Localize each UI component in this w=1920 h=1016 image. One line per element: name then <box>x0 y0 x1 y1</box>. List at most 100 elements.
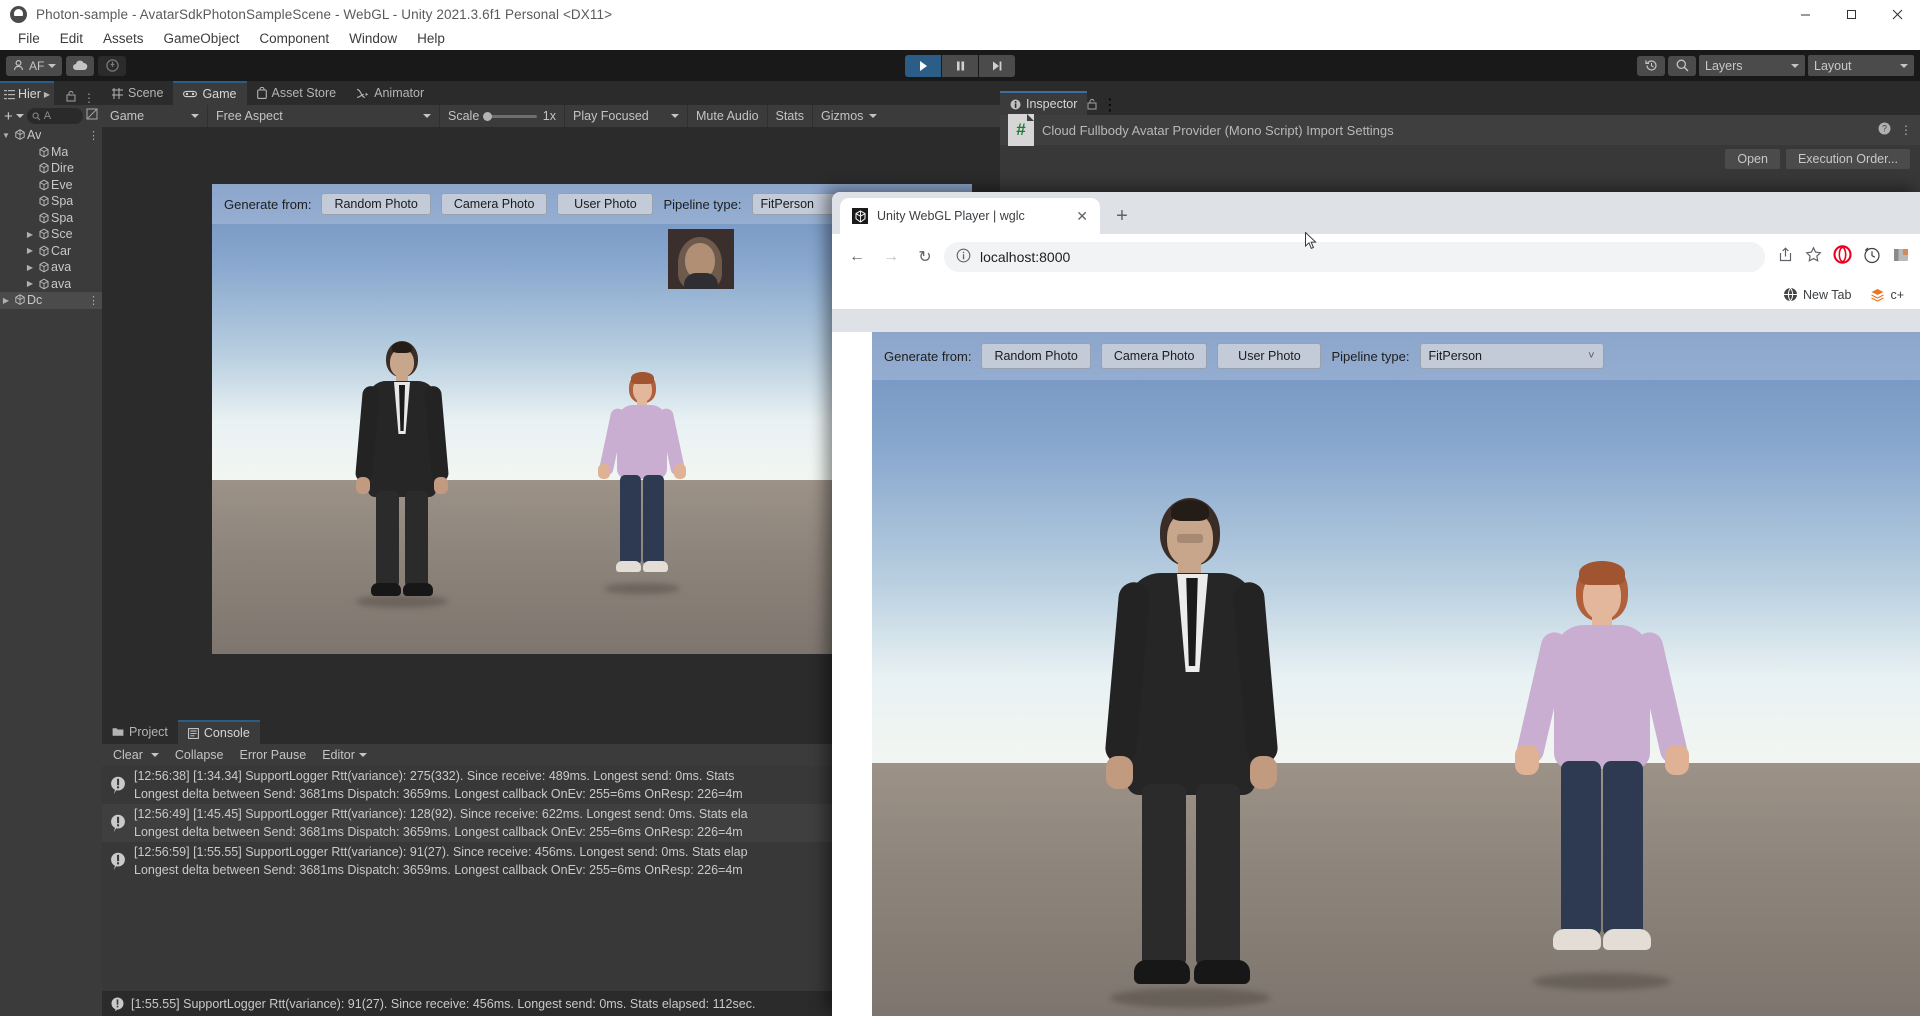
search-button[interactable] <box>1668 55 1696 76</box>
hierarchy-tree[interactable]: ▼ Av ⋮ Ma Dire Eve Spa Spa ▶ Sce ▶ Car ▶ ava ▶ ava ▶ Dc ⋮ <box>0 127 102 1016</box>
chevron-down-icon[interactable] <box>15 114 24 118</box>
close-button[interactable] <box>1874 0 1920 28</box>
browser-tab[interactable]: Unity WebGL Player | wglc ✕ <box>840 198 1100 234</box>
tab-asset-store[interactable]: Asset Store <box>246 81 347 105</box>
minimize-button[interactable] <box>1782 0 1828 28</box>
hierarchy-row[interactable]: ▶ ava <box>0 259 102 276</box>
address-bar[interactable]: localhost:8000 <box>944 242 1765 272</box>
camera-photo-button-browser[interactable]: Camera Photo <box>1100 343 1208 369</box>
layers-dropdown[interactable]: Layers <box>1699 55 1805 76</box>
aspect-dropdown[interactable]: Free Aspect <box>208 105 440 127</box>
random-photo-button[interactable]: Random Photo <box>321 193 431 215</box>
camera-photo-button[interactable]: Camera Photo <box>440 193 548 215</box>
clock-icon[interactable] <box>1863 246 1881 269</box>
bookmark-stack[interactable]: c+ <box>1864 285 1910 304</box>
chevron-right-icon[interactable]: ▶ <box>24 230 36 239</box>
share-icon[interactable] <box>1777 246 1794 268</box>
menu-gameobject[interactable]: GameObject <box>154 28 250 50</box>
opera-icon[interactable] <box>1833 245 1852 269</box>
collapse-toggle[interactable]: Collapse <box>168 746 231 764</box>
webgl-player-canvas[interactable]: Generate from: Random Photo Camera Photo… <box>872 332 1920 1016</box>
tab-project[interactable]: Project <box>102 720 178 744</box>
hierarchy-row[interactable]: Spa <box>0 210 102 227</box>
cloud-button[interactable] <box>66 55 95 76</box>
unity-icon <box>852 208 868 224</box>
tab-game[interactable]: Game <box>173 81 247 105</box>
chevron-down-icon[interactable]: ▼ <box>0 131 12 140</box>
svg-text:?: ? <box>1882 124 1887 134</box>
add-gameobject-button[interactable]: + <box>4 109 13 124</box>
tab-animator[interactable]: Animator <box>346 81 435 105</box>
back-arrow-icon[interactable]: ← <box>842 242 872 272</box>
chevron-right-icon[interactable]: ▶ <box>24 263 36 272</box>
chevron-right-icon[interactable]: ▶ <box>0 296 12 305</box>
tab-hierarchy[interactable]: Hier ▶ <box>0 81 55 105</box>
random-photo-button-browser[interactable]: Random Photo <box>981 343 1091 369</box>
hierarchy-row[interactable]: Eve <box>0 177 102 194</box>
menu-assets[interactable]: Assets <box>93 28 154 50</box>
lock-icon[interactable] <box>66 90 76 105</box>
bookmark-new-tab[interactable]: New Tab <box>1777 285 1857 304</box>
menu-edit[interactable]: Edit <box>50 28 93 50</box>
hierarchy-row[interactable]: ▼ Av ⋮ <box>0 127 102 144</box>
tab-scene[interactable]: Scene <box>102 81 174 105</box>
hierarchy-row[interactable]: ▶ ava <box>0 276 102 293</box>
mute-audio-toggle[interactable]: Mute Audio <box>688 105 768 127</box>
hierarchy-row[interactable]: Dire <box>0 160 102 177</box>
play-button[interactable] <box>905 54 941 77</box>
chevron-down-icon[interactable] <box>150 753 159 757</box>
scale-slider[interactable] <box>483 111 537 121</box>
menu-component[interactable]: Component <box>249 28 339 50</box>
hierarchy-search-input[interactable]: A <box>26 108 83 124</box>
scale-slider-group[interactable]: Scale 1x <box>440 105 565 127</box>
user-photo-button[interactable]: User Photo <box>557 193 654 215</box>
play-mode-dropdown[interactable]: Play Focused <box>565 105 688 127</box>
kebab-icon[interactable]: ⋮ <box>83 92 95 104</box>
hierarchy-row[interactable]: ▶ Sce <box>0 226 102 243</box>
user-photo-button-browser[interactable]: User Photo <box>1217 343 1322 369</box>
menu-help[interactable]: Help <box>407 28 455 50</box>
undo-history-button[interactable] <box>1637 55 1665 76</box>
star-icon[interactable] <box>1805 246 1822 268</box>
hierarchy-row[interactable]: ▶ Dc ⋮ <box>0 292 102 309</box>
cube-icon <box>36 195 51 207</box>
menu-file[interactable]: File <box>8 28 50 50</box>
error-pause-toggle[interactable]: Error Pause <box>233 746 314 764</box>
hierarchy-filter-icon[interactable] <box>86 107 98 125</box>
kebab-icon[interactable]: ⋮ <box>88 294 102 307</box>
forward-arrow-icon[interactable]: → <box>876 242 906 272</box>
kebab-icon[interactable]: ⋮ <box>1900 124 1912 136</box>
open-button[interactable]: Open <box>1725 149 1780 169</box>
lock-icon[interactable] <box>1087 97 1101 114</box>
hierarchy-row[interactable]: ▶ Car <box>0 243 102 260</box>
chevron-right-icon[interactable]: ▶ <box>24 246 36 255</box>
editor-dropdown[interactable]: Editor <box>315 746 374 764</box>
chevron-right-icon[interactable]: ▶ <box>24 279 36 288</box>
kebab-icon[interactable]: ⋮ <box>88 129 102 142</box>
menu-window[interactable]: Window <box>339 28 407 50</box>
new-tab-button[interactable]: + <box>1108 202 1136 230</box>
reload-icon[interactable]: ↻ <box>910 242 940 272</box>
pipeline-type-select-browser[interactable]: FitPerson ˅ <box>1419 343 1604 369</box>
kebab-icon[interactable]: ⋮ <box>1102 97 1118 114</box>
layout-dropdown[interactable]: Layout <box>1808 55 1914 76</box>
tab-inspector[interactable]: Inspector <box>1000 91 1088 115</box>
help-icon[interactable]: ? <box>1878 122 1891 138</box>
maximize-button[interactable] <box>1828 0 1874 28</box>
collab-button[interactable] <box>98 55 127 76</box>
hierarchy-row[interactable]: Ma <box>0 144 102 161</box>
extension-icon[interactable] <box>1892 246 1910 269</box>
gizmos-toggle[interactable]: Gizmos <box>813 105 885 127</box>
clear-button[interactable]: Clear <box>106 746 166 764</box>
pause-button[interactable] <box>942 54 978 77</box>
tab-console[interactable]: Console <box>177 720 260 744</box>
game-display-dropdown[interactable]: Game <box>102 105 208 127</box>
hierarchy-row[interactable]: Spa <box>0 193 102 210</box>
execution-order-button[interactable]: Execution Order... <box>1785 149 1910 169</box>
step-button[interactable] <box>979 54 1015 77</box>
info-circle-icon[interactable] <box>956 248 971 266</box>
close-icon[interactable]: ✕ <box>1076 209 1088 223</box>
scale-slider-knob[interactable] <box>483 111 493 121</box>
account-dropdown[interactable]: AF <box>6 55 63 76</box>
stats-toggle[interactable]: Stats <box>768 105 814 127</box>
